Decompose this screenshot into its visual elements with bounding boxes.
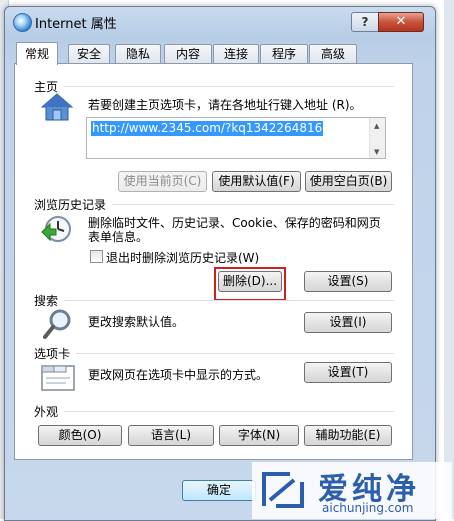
home-page-description: 若要创建主页选项卡，请在各地址行键入地址 (R)。 (88, 98, 362, 112)
tabs-description: 更改网页在选项卡中显示的方式。 (88, 368, 269, 382)
use-current-button[interactable]: 使用当前页(C) (118, 171, 207, 192)
home-separator (64, 86, 394, 87)
history-separator (112, 204, 394, 205)
title-bar[interactable]: Internet 属性 ? ✕ (5, 7, 435, 35)
background-window-edge-right (444, 0, 454, 519)
watermark-logo-icon (262, 472, 304, 508)
colors-button[interactable]: 颜色(O) (38, 425, 122, 446)
ie-globe-icon (13, 13, 32, 32)
tab-security[interactable]: 安全 (68, 44, 110, 64)
use-default-button[interactable]: 使用默认值(F) (212, 171, 301, 192)
search-settings-button[interactable]: 设置(I) (304, 312, 392, 333)
fonts-button[interactable]: 字体(N) (219, 425, 299, 446)
tabs-section-label: 选项卡 (34, 347, 71, 361)
search-separator (64, 300, 394, 301)
house-icon (40, 93, 74, 121)
appearance-separator (64, 411, 394, 412)
accessibility-button[interactable]: 辅助功能(E) (304, 425, 392, 446)
window-title: Internet 属性 (35, 17, 117, 32)
appearance-label: 外观 (34, 405, 59, 419)
tab-privacy[interactable]: 隐私 (115, 44, 161, 64)
tabbed-window-icon (41, 365, 75, 391)
url-field-scrollbar[interactable]: ▲ ▼ (369, 118, 385, 158)
tab-connections[interactable]: 连接 (213, 44, 259, 64)
delete-button-highlight (214, 267, 286, 301)
tab-content[interactable]: 内容 (164, 44, 212, 64)
history-description-line2: 表单信息。 (88, 230, 149, 244)
tabs-settings-button[interactable]: 设置(T) (304, 362, 392, 383)
watermark-url: aichunjing.com (322, 501, 414, 515)
tab-general[interactable]: 常规 (16, 42, 58, 65)
delete-on-exit-label[interactable]: 退出时删除浏览历史记录(W) (106, 249, 259, 266)
tabs-separator (76, 353, 394, 354)
search-label: 搜索 (34, 294, 59, 308)
delete-on-exit-checkbox[interactable] (90, 250, 103, 263)
home-page-url-value: http://www.2345.com/?kq1342264816 (91, 121, 324, 136)
site-watermark: 爱纯净 aichunjing.com (252, 462, 452, 519)
use-blank-button[interactable]: 使用空白页(B) (305, 171, 392, 192)
home-page-url-field[interactable]: http://www.2345.com/?kq1342264816 ▲ ▼ (86, 117, 386, 159)
search-description: 更改搜索默认值。 (88, 315, 185, 329)
languages-button[interactable]: 语言(L) (128, 425, 214, 446)
magnifier-icon (43, 309, 71, 339)
scroll-up-icon[interactable]: ▲ (374, 122, 379, 130)
clock-history-icon (41, 216, 71, 242)
tab-advanced[interactable]: 高级 (309, 44, 357, 64)
ok-button[interactable]: 确定 (182, 480, 256, 501)
scroll-down-icon[interactable]: ▼ (374, 148, 379, 156)
tab-programs[interactable]: 程序 (260, 44, 308, 64)
close-button[interactable]: ✕ (378, 12, 424, 32)
history-settings-button[interactable]: 设置(S) (304, 271, 392, 292)
browsing-history-label: 浏览历史记录 (34, 198, 107, 212)
help-button[interactable]: ? (351, 12, 379, 32)
